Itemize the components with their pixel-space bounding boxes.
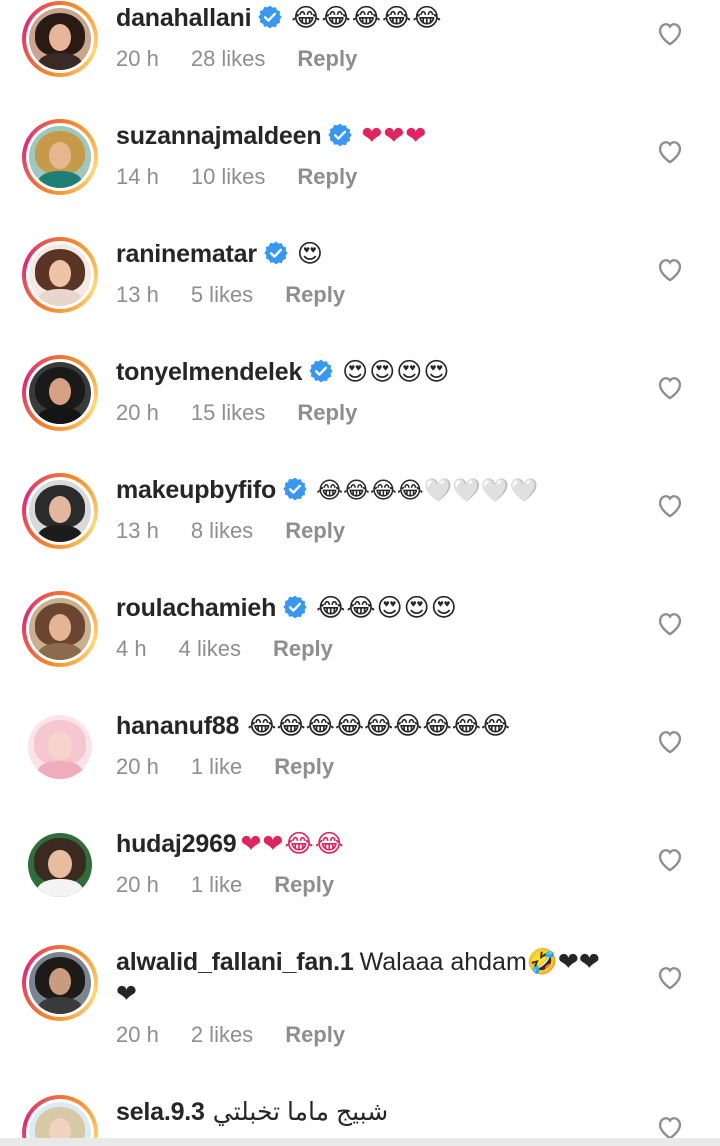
comment-likes[interactable]: 8 likes xyxy=(191,518,253,543)
comment-username[interactable]: makeupbyfifo xyxy=(116,476,276,504)
comment-username[interactable]: sela.9.3 xyxy=(116,1098,205,1126)
comment-item: hudaj2969 ❤❤😂😂 20 h 1 like Reply xyxy=(0,826,720,944)
verified-badge-icon xyxy=(328,123,353,147)
comment-likes[interactable]: 5 likes xyxy=(191,282,253,307)
avatar[interactable] xyxy=(22,709,98,785)
verified-badge-icon xyxy=(258,5,283,29)
verified-badge-icon xyxy=(264,241,288,265)
avatar-image xyxy=(29,8,91,70)
avatar[interactable] xyxy=(22,473,98,549)
avatar[interactable] xyxy=(22,119,98,195)
comment-time: 13 h xyxy=(116,518,159,543)
reply-button[interactable]: Reply xyxy=(274,872,334,897)
comment-text: 😂😂😂😂😂 xyxy=(291,4,443,32)
verified-badge-icon xyxy=(309,359,333,383)
heart-outline-icon[interactable] xyxy=(656,492,684,518)
comment-username[interactable]: alwalid_fallani_fan.1 xyxy=(116,948,354,976)
comment-item: suzannajmaldeen ❤❤❤ 14 h 10 likes Reply xyxy=(0,118,720,236)
comment-username[interactable]: roulachamieh xyxy=(116,594,276,622)
comment-username[interactable]: suzannajmaldeen xyxy=(116,122,322,150)
comment-text: شبيج ماما تخبلتي xyxy=(212,1098,389,1126)
comment-text: ❤❤❤ xyxy=(361,122,428,150)
avatar-image xyxy=(29,126,91,188)
heart-outline-icon[interactable] xyxy=(656,846,684,872)
avatar-image xyxy=(28,833,92,897)
comment-likes[interactable]: 15 likes xyxy=(191,400,266,425)
comment-text: 😂😂😍😍😍 xyxy=(316,594,458,622)
comment-text: 😂😂😂😂🤍🤍🤍🤍 xyxy=(316,477,539,503)
comment-item: tonyelmendelek 😍😍😍😍 20 h 15 likes Reply xyxy=(0,354,720,472)
avatar-image xyxy=(29,952,91,1014)
comment-time: 13 h xyxy=(116,282,159,307)
comment-item: makeupbyfifo 😂😂😂😂🤍🤍🤍🤍 13 h 8 likes Reply xyxy=(0,472,720,590)
avatar-image xyxy=(29,598,91,660)
comment-username[interactable]: hudaj2969 xyxy=(116,830,237,858)
reply-button[interactable]: Reply xyxy=(297,46,357,71)
comment-item: alwalid_fallani_fan.1 Walaaa ahdam🤣❤❤❤ 20… xyxy=(0,944,720,1094)
comments-list: danahallani 😂😂😂😂😂 20 h 28 likes Reply suzan… xyxy=(0,0,720,1146)
comment-time: 4 h xyxy=(116,636,147,661)
avatar[interactable] xyxy=(22,945,98,1021)
comment-item: roulachamieh 😂😂😍😍😍 4 h 4 likes Reply xyxy=(0,590,720,708)
reply-button[interactable]: Reply xyxy=(297,164,357,189)
reply-button[interactable]: Reply xyxy=(297,400,357,425)
comment-time: 20 h xyxy=(116,1022,159,1047)
comment-item: raninematar 😍 13 h 5 likes Reply xyxy=(0,236,720,354)
comment-likes[interactable]: 2 likes xyxy=(191,1022,253,1047)
comment-text: ❤❤😂😂 xyxy=(240,830,345,858)
comment-time: 14 h xyxy=(116,164,159,189)
reply-button[interactable]: Reply xyxy=(273,636,333,661)
reply-button[interactable]: Reply xyxy=(285,518,345,543)
comment-username[interactable]: hananuf88 xyxy=(116,712,239,740)
comment-time: 20 h xyxy=(116,46,159,71)
comment-item: hananuf88 😂😂😂😂😂😂😂😂😂 20 h 1 like Reply xyxy=(0,708,720,826)
avatar-image xyxy=(28,715,92,779)
comment-username[interactable]: raninematar xyxy=(116,240,257,268)
heart-outline-icon[interactable] xyxy=(656,728,684,754)
heart-outline-icon[interactable] xyxy=(656,374,684,400)
avatar-image xyxy=(29,244,91,306)
bottom-bar xyxy=(0,1138,720,1146)
comment-time: 20 h xyxy=(116,872,159,897)
comment-likes[interactable]: 1 like xyxy=(191,872,242,897)
verified-badge-icon xyxy=(283,477,307,501)
avatar-image xyxy=(29,362,91,424)
heart-outline-icon[interactable] xyxy=(656,610,684,636)
reply-button[interactable]: Reply xyxy=(285,1022,345,1047)
heart-outline-icon[interactable] xyxy=(656,256,684,282)
reply-button[interactable]: Reply xyxy=(285,282,345,307)
avatar[interactable] xyxy=(22,237,98,313)
reply-button[interactable]: Reply xyxy=(274,754,334,779)
comment-text: 😍😍😍😍 xyxy=(342,358,451,386)
heart-outline-icon[interactable] xyxy=(656,1114,684,1140)
comment-item: danahallani 😂😂😂😂😂 20 h 28 likes Reply xyxy=(0,0,720,118)
comment-time: 20 h xyxy=(116,754,159,779)
avatar[interactable] xyxy=(22,355,98,431)
comment-likes[interactable]: 28 likes xyxy=(191,46,266,71)
avatar-image xyxy=(29,480,91,542)
heart-outline-icon[interactable] xyxy=(656,964,684,990)
comment-likes[interactable]: 10 likes xyxy=(191,164,266,189)
comment-username[interactable]: danahallani xyxy=(116,4,252,32)
avatar[interactable] xyxy=(22,591,98,667)
comment-username[interactable]: tonyelmendelek xyxy=(116,358,302,386)
comment-text: 😍 xyxy=(296,240,324,268)
comment-likes[interactable]: 1 like xyxy=(191,754,242,779)
comment-text: 😂😂😂😂😂😂😂😂😂 xyxy=(247,712,511,740)
comment-likes[interactable]: 4 likes xyxy=(179,636,241,661)
avatar[interactable] xyxy=(22,827,98,903)
heart-outline-icon[interactable] xyxy=(656,138,684,164)
heart-outline-icon[interactable] xyxy=(656,20,684,46)
avatar[interactable] xyxy=(22,1,98,77)
verified-badge-icon xyxy=(283,595,307,619)
comment-time: 20 h xyxy=(116,400,159,425)
